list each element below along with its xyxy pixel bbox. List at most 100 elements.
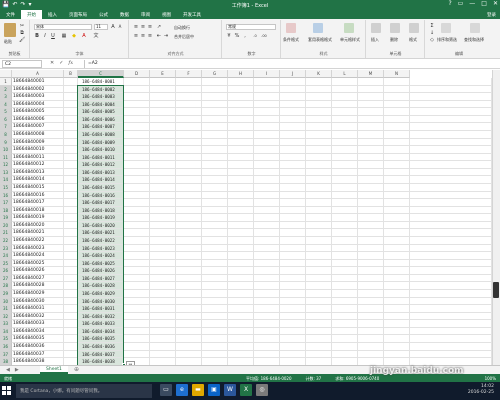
cell-empty[interactable]	[254, 93, 280, 101]
cell-empty[interactable]	[280, 85, 306, 94]
cell-empty[interactable]	[384, 153, 410, 162]
row-header[interactable]: 16	[0, 191, 12, 200]
cell-empty[interactable]	[202, 236, 228, 245]
row-header[interactable]: 17	[0, 199, 12, 207]
cell-empty[interactable]	[64, 161, 78, 169]
cell-empty[interactable]	[176, 305, 202, 313]
cell-a[interactable]: 18664840019	[12, 214, 64, 222]
cell-empty[interactable]	[150, 199, 176, 207]
cell-empty[interactable]	[358, 327, 384, 336]
zoom-level[interactable]: 100%	[485, 376, 496, 381]
align-left-icon[interactable]: ≡	[133, 33, 139, 39]
sort-filter-button[interactable]: 排序和筛选	[437, 37, 457, 43]
row-header[interactable]: 8	[0, 130, 12, 139]
cell-empty[interactable]	[332, 214, 358, 222]
cell-c[interactable]: 186-6484-0008	[78, 130, 124, 139]
cell-empty[interactable]	[150, 267, 176, 275]
cell-empty[interactable]	[280, 100, 306, 109]
cell-empty[interactable]	[228, 320, 254, 328]
cell-a[interactable]: 18664840035	[12, 335, 64, 343]
cell-empty[interactable]	[306, 138, 332, 147]
cell-empty[interactable]	[124, 123, 150, 131]
cell-empty[interactable]	[410, 289, 492, 298]
cell-empty[interactable]	[384, 199, 410, 207]
row-header[interactable]: 4	[0, 100, 12, 109]
tab-file[interactable]: 文件	[0, 10, 21, 19]
cell-c[interactable]: 186-6484-0009	[78, 138, 124, 147]
cell-empty[interactable]	[202, 138, 228, 147]
cell-empty[interactable]	[254, 236, 280, 245]
delete-cells-icon[interactable]	[390, 23, 400, 33]
cell-empty[interactable]	[280, 282, 306, 290]
cell-empty[interactable]	[202, 206, 228, 215]
cell-empty[interactable]	[384, 335, 410, 343]
cell-empty[interactable]	[306, 327, 332, 336]
cell-empty[interactable]	[202, 229, 228, 237]
cell-empty[interactable]	[358, 115, 384, 124]
cell-empty[interactable]	[150, 130, 176, 139]
cell-empty[interactable]	[280, 259, 306, 268]
cell-empty[interactable]	[124, 85, 150, 94]
row-header[interactable]: 34	[0, 327, 12, 336]
cell-empty[interactable]	[176, 229, 202, 237]
cell-empty[interactable]	[176, 312, 202, 321]
cell-empty[interactable]	[64, 229, 78, 237]
cell-empty[interactable]	[332, 115, 358, 124]
find-select-icon[interactable]	[470, 23, 480, 33]
cell-empty[interactable]	[410, 85, 492, 94]
align-middle-icon[interactable]: ≡	[140, 24, 146, 30]
cell-empty[interactable]	[410, 244, 492, 253]
cell-empty[interactable]	[202, 78, 228, 86]
cell-empty[interactable]	[358, 244, 384, 253]
cell-empty[interactable]	[202, 93, 228, 101]
cell-empty[interactable]	[410, 115, 492, 124]
cell-empty[interactable]	[280, 358, 306, 365]
cell-empty[interactable]	[228, 191, 254, 200]
align-right-icon[interactable]: ≡	[147, 33, 153, 39]
cell-c[interactable]: 186-6484-0005	[78, 108, 124, 116]
cut-icon[interactable]: ✂	[19, 23, 25, 29]
cell-empty[interactable]	[332, 221, 358, 230]
name-box[interactable]: C2	[2, 60, 42, 68]
cell-empty[interactable]	[150, 176, 176, 184]
cell-empty[interactable]	[358, 108, 384, 116]
cell-c[interactable]: 186-6484-0037	[78, 350, 124, 359]
cell-empty[interactable]	[124, 78, 150, 86]
cell-empty[interactable]	[306, 100, 332, 109]
cell-empty[interactable]	[228, 335, 254, 343]
select-all-corner[interactable]	[0, 70, 12, 78]
cell-empty[interactable]	[124, 138, 150, 147]
cell-c[interactable]: 186-6484-0031	[78, 305, 124, 313]
cell-empty[interactable]	[228, 221, 254, 230]
cell-empty[interactable]	[280, 191, 306, 200]
cell-a[interactable]: 18664840016	[12, 191, 64, 200]
cell-styles-icon[interactable]	[344, 23, 354, 33]
cell-empty[interactable]	[124, 274, 150, 283]
cell-empty[interactable]	[332, 236, 358, 245]
cell-c[interactable]: 186-6484-0011	[78, 153, 124, 162]
shrink-font-icon[interactable]: A	[117, 24, 123, 30]
cell-empty[interactable]	[228, 108, 254, 116]
cell-empty[interactable]	[332, 350, 358, 359]
cell-empty[interactable]	[384, 85, 410, 94]
cell-empty[interactable]	[410, 214, 492, 222]
cell-empty[interactable]	[332, 138, 358, 147]
tab-review[interactable]: 审阅	[135, 10, 156, 19]
cell-empty[interactable]	[64, 78, 78, 86]
cell-empty[interactable]	[280, 214, 306, 222]
font-size-select[interactable]: 11	[94, 24, 108, 30]
cell-empty[interactable]	[228, 168, 254, 177]
cell-empty[interactable]	[202, 335, 228, 343]
cell-a[interactable]: 18664840005	[12, 108, 64, 116]
cell-empty[interactable]	[384, 236, 410, 245]
cell-empty[interactable]	[410, 191, 492, 200]
cell-empty[interactable]	[202, 358, 228, 365]
cell-empty[interactable]	[254, 221, 280, 230]
cell-empty[interactable]	[280, 297, 306, 306]
align-bottom-icon[interactable]: ≡	[147, 24, 153, 30]
cell-empty[interactable]	[176, 115, 202, 124]
cell-empty[interactable]	[410, 130, 492, 139]
cell-empty[interactable]	[332, 100, 358, 109]
cell-empty[interactable]	[358, 146, 384, 154]
row-header[interactable]: 31	[0, 305, 12, 313]
